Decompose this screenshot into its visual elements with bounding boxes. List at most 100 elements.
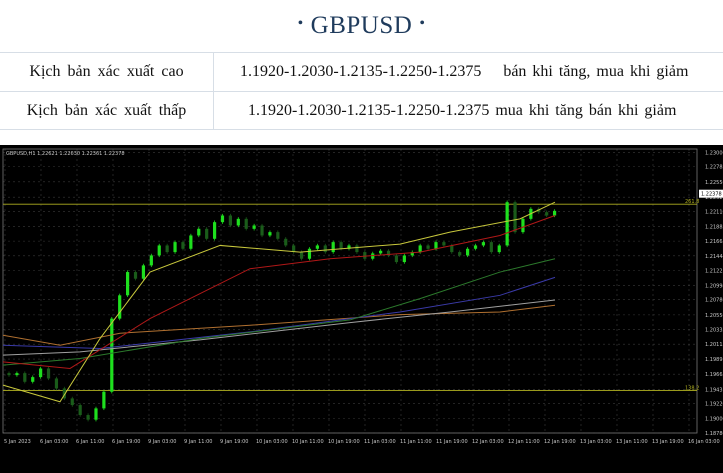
scenario-levels: 1.1920-1.2030-1.2135-1.2250-1.2375 xyxy=(240,63,482,80)
price-chart[interactable]: 5 Jan 2023 6 Jan 03:00 6 Jan 11:00 6 Jan 19… xyxy=(0,145,723,473)
candle-body xyxy=(379,250,383,254)
candle-body xyxy=(46,368,51,379)
candle-body xyxy=(466,248,470,256)
candle-body xyxy=(458,252,462,256)
y-tick-label: 1.22556 xyxy=(705,180,723,186)
candle-body xyxy=(355,245,359,253)
candle-body xyxy=(23,373,27,382)
candle-body xyxy=(505,202,509,246)
fibonacci-level-label: 261.8 xyxy=(685,199,699,205)
x-tick-label: 11 Jan 19:00 xyxy=(436,439,468,445)
page-title: • GBPUSD • xyxy=(0,0,723,52)
candle-body xyxy=(521,218,525,233)
candle-body xyxy=(450,245,454,253)
candle-body xyxy=(426,245,430,249)
title-dot-right: • xyxy=(419,15,426,32)
candle-body xyxy=(86,415,90,420)
candle-body xyxy=(7,373,11,376)
candle-body xyxy=(331,242,335,253)
candle-body xyxy=(307,248,312,259)
candle-body xyxy=(220,215,225,223)
y-tick-label: 1.21225 xyxy=(705,268,723,274)
x-tick-label: 12 Jan 03:00 xyxy=(472,439,504,445)
scenario-row-low: Kịch bản xác xuất thấp 1.1920-1.2030-1.2… xyxy=(0,91,723,130)
x-tick-label: 12 Jan 19:00 xyxy=(544,439,576,445)
candle-body xyxy=(228,215,232,226)
y-tick-label: 1.21885 xyxy=(705,224,723,230)
candle-body xyxy=(149,255,153,266)
candle-body xyxy=(31,377,35,382)
candle-body xyxy=(252,225,256,229)
chart-canvas[interactable]: 5 Jan 2023 6 Jan 03:00 6 Jan 11:00 6 Jan 19… xyxy=(0,145,723,473)
y-tick-label: 1.19431 xyxy=(705,388,723,394)
title-dot-left: • xyxy=(297,15,304,32)
symbol-title: GBPUSD xyxy=(310,12,413,39)
candle-body xyxy=(315,245,319,249)
candle-body xyxy=(94,408,98,420)
x-tick-label: 9 Jan 19:00 xyxy=(220,439,248,445)
candle-body xyxy=(236,218,240,226)
candle-body xyxy=(173,242,177,253)
x-tick-label: 16 Jan 03:00 xyxy=(688,439,720,445)
x-tick-label: 9 Jan 11:00 xyxy=(184,439,212,445)
y-tick-label: 1.22785 xyxy=(705,165,723,171)
candle-body xyxy=(189,235,193,249)
x-tick-label: 6 Jan 03:00 xyxy=(40,439,68,445)
candle-body xyxy=(268,232,272,236)
candle-body xyxy=(118,295,122,319)
scenario-value: 1.1920-1.2030-1.2135-1.2250-1.2375 mua k… xyxy=(214,102,723,120)
y-tick-label: 1.19891 xyxy=(705,357,723,363)
candle-body xyxy=(126,272,130,296)
y-tick-label: 1.21444 xyxy=(705,254,723,260)
x-tick-label: 10 Jan 03:00 xyxy=(256,439,288,445)
candle-body xyxy=(513,202,517,233)
candle-body xyxy=(70,398,74,406)
scenario-label: Kịch bản xác xuất thấp xyxy=(0,92,214,130)
candle-body xyxy=(434,242,438,249)
candle-body xyxy=(54,378,59,389)
candle-body xyxy=(339,242,343,249)
candle-body xyxy=(260,225,264,236)
y-tick-label: 1.20556 xyxy=(705,313,723,319)
chart-background xyxy=(0,145,723,473)
x-tick-label: 11 Jan 03:00 xyxy=(364,439,396,445)
candle-body xyxy=(212,222,217,239)
y-tick-label: 1.18780 xyxy=(705,431,723,437)
candle-body xyxy=(552,210,557,216)
candle-body xyxy=(197,228,201,236)
candle-body xyxy=(323,245,327,253)
y-tick-label: 1.20115 xyxy=(705,342,723,348)
candle-body xyxy=(394,255,399,263)
candle-body xyxy=(102,391,106,409)
scenario-table: Kịch bản xác xuất cao 1.1920-1.2030-1.21… xyxy=(0,52,723,130)
candle-body xyxy=(489,242,493,253)
fibonacci-level-label: 138.2 xyxy=(685,385,699,391)
candle-body xyxy=(481,242,486,246)
y-tick-label: 1.20786 xyxy=(705,298,723,304)
x-tick-label: 13 Jan 19:00 xyxy=(652,439,684,445)
candle-body xyxy=(244,218,248,229)
x-tick-label: 11 Jan 11:00 xyxy=(400,439,432,445)
candle-body xyxy=(39,368,43,378)
candle-body xyxy=(141,265,146,279)
candle-body xyxy=(205,228,209,239)
candle-body xyxy=(442,242,446,246)
candle-body xyxy=(133,272,138,279)
x-tick-label: 13 Jan 11:00 xyxy=(616,439,648,445)
candle-body xyxy=(165,245,169,253)
price-tag-text: 1.22378 xyxy=(701,192,722,198)
x-tick-label: 9 Jan 03:00 xyxy=(148,439,176,445)
scenario-action: bán khi tăng, mua khi giảm xyxy=(503,63,689,80)
candle-body xyxy=(363,252,367,259)
candle-body xyxy=(299,252,304,259)
scenario-levels: 1.1920-1.2030-1.2135-1.2250-1.2375 xyxy=(248,102,490,119)
y-tick-label: 1.19220 xyxy=(705,402,723,408)
candle-body xyxy=(418,245,422,253)
scenario-label: Kịch bản xác xuất cao xyxy=(0,53,214,91)
y-tick-label: 1.22110 xyxy=(705,210,723,216)
x-tick-label: 12 Jan 11:00 xyxy=(508,439,540,445)
x-tick-label: 6 Jan 19:00 xyxy=(112,439,140,445)
candle-body xyxy=(473,245,478,249)
candle-body xyxy=(545,212,549,216)
y-tick-label: 1.21665 xyxy=(705,239,723,245)
